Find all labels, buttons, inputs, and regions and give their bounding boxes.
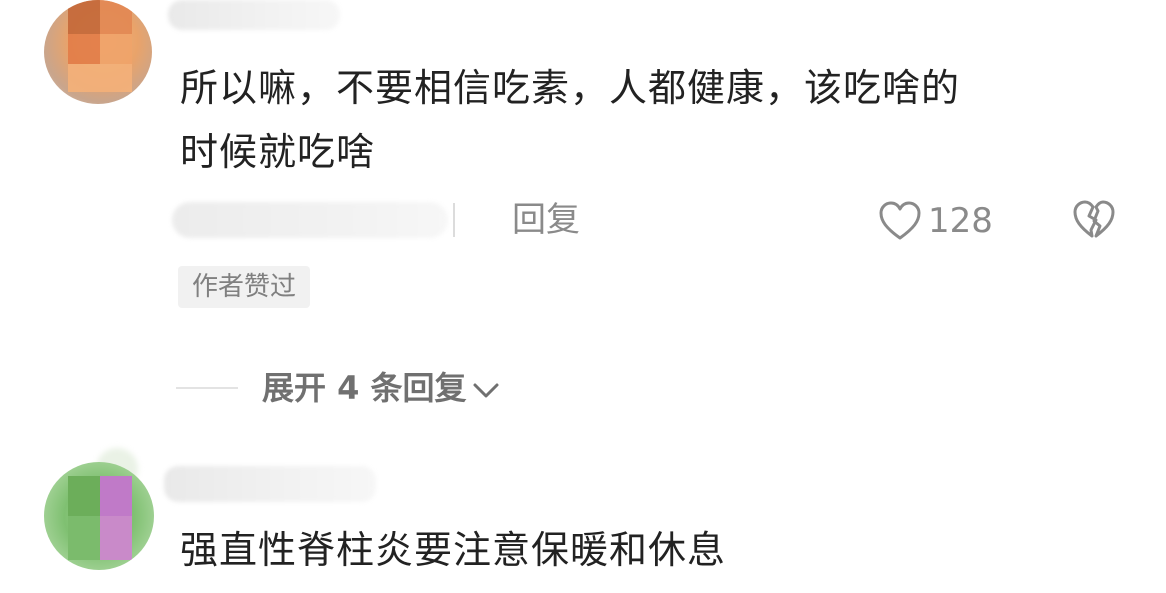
chevron-down-icon: [473, 383, 499, 398]
comment-list: 所以嘛，不要相信吃素，人都健康，该吃啥的 时候就吃啥 回复 128 作者赞过 展…: [0, 0, 1166, 593]
like-button[interactable]: 128: [878, 200, 993, 242]
comment-text-line: 所以嘛，不要相信吃素，人都健康，该吃啥的: [180, 66, 961, 110]
username-redacted[interactable]: [168, 0, 340, 30]
expand-replies-label: 展开 4 条回复: [262, 369, 467, 407]
avatar-mosaic: [68, 476, 132, 560]
avatar[interactable]: [44, 462, 154, 570]
broken-heart-icon: [1073, 200, 1115, 238]
like-count: 128: [928, 201, 993, 241]
expand-replies-button[interactable]: 展开 4 条回复: [176, 364, 501, 412]
expand-divider-line: [176, 387, 238, 389]
meta-divider: [453, 203, 455, 237]
comment-text: 所以嘛，不要相信吃素，人都健康，该吃啥的 时候就吃啥: [180, 56, 1110, 184]
avatar[interactable]: [44, 0, 152, 104]
reply-button[interactable]: 回复: [512, 199, 580, 241]
heart-outline-icon: [879, 201, 921, 240]
comment-text: 强直性脊柱炎要注意保暖和休息: [180, 518, 1110, 582]
username-redacted[interactable]: [164, 466, 376, 502]
comment-meta-redacted: [172, 202, 448, 238]
dislike-button[interactable]: [1072, 200, 1116, 242]
author-liked-badge: 作者赞过: [178, 266, 311, 308]
avatar-mosaic: [68, 0, 132, 92]
comment-text-line: 时候就吃啥: [180, 130, 376, 174]
comment-text-line: 强直性脊柱炎要注意保暖和休息: [180, 528, 727, 572]
